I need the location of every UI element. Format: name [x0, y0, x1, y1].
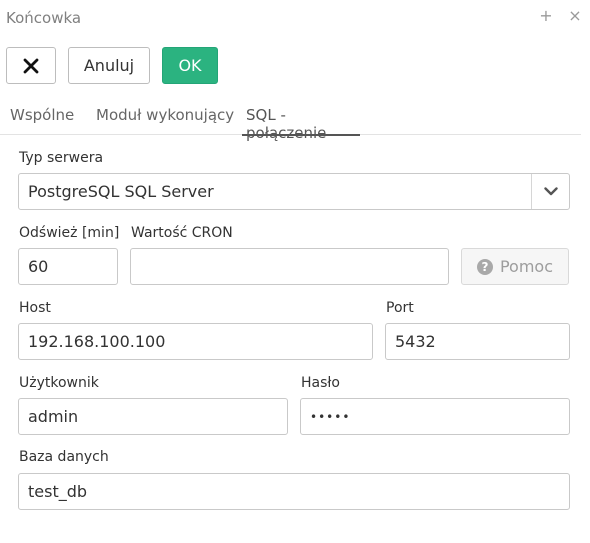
host-label: Host [19, 300, 51, 316]
password-label: Hasło [301, 375, 340, 391]
chevron-down-icon [543, 187, 558, 196]
password-input[interactable]: ••••• [300, 398, 570, 435]
tab-wspolne[interactable]: Wspólne [10, 106, 74, 135]
tab-bar: Wspólne Moduł wykonujący SQL - połączeni… [0, 100, 581, 142]
cron-input[interactable] [130, 248, 449, 285]
close-x-icon [23, 58, 39, 73]
tab-sql-polaczenie[interactable]: SQL - połączenie [242, 106, 360, 142]
database-label: Baza danych [19, 449, 109, 465]
host-input[interactable]: 192.168.100.100 [18, 323, 373, 360]
server-type-label: Typ serwera [19, 150, 104, 166]
dropdown-toggle[interactable] [531, 174, 569, 209]
user-label: Użytkownik [19, 375, 99, 391]
user-input[interactable]: admin [18, 398, 288, 435]
ok-button[interactable]: OK [162, 47, 218, 84]
close-button[interactable] [6, 47, 56, 84]
close-window-icon[interactable]: × [567, 7, 583, 25]
window-title: Końcowka [6, 9, 82, 27]
maximize-plus-icon[interactable]: + [538, 7, 554, 25]
database-input[interactable]: test_db [18, 473, 570, 510]
tab-modul-wykonujacy[interactable]: Moduł wykonujący [96, 106, 234, 135]
port-label: Port [386, 300, 414, 316]
port-input[interactable]: 5432 [385, 323, 570, 360]
title-bar: Końcowka + × [0, 0, 590, 36]
refresh-input[interactable]: 60 [18, 248, 118, 285]
server-type-value: PostgreSQL SQL Server [28, 182, 214, 201]
help-button-label: Pomoc [499, 257, 554, 276]
cron-label: Wartość CRON [131, 225, 233, 241]
cancel-button[interactable]: Anuluj [68, 47, 150, 84]
refresh-label: Odśwież [min] [19, 225, 120, 241]
server-type-select[interactable]: PostgreSQL SQL Server [18, 173, 570, 210]
help-question-icon: ? [476, 258, 493, 275]
help-button[interactable]: ? Pomoc [461, 248, 569, 285]
